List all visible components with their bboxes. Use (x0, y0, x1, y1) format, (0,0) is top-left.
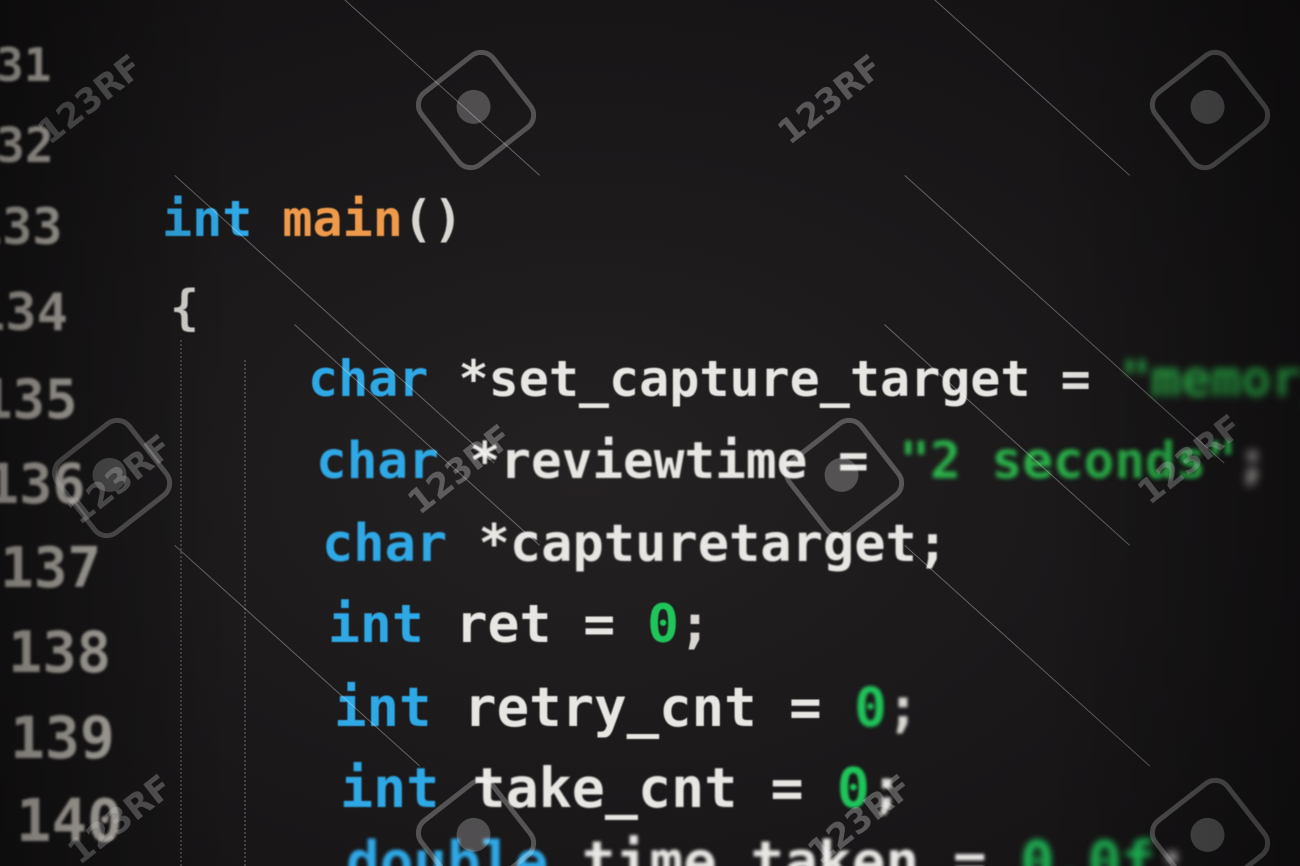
code-token: ; (886, 676, 920, 739)
code-token: ; (679, 594, 711, 655)
indent-guide (244, 360, 246, 866)
watermark-logo-icon (1142, 42, 1278, 178)
watermark-line (904, 175, 1225, 464)
code-token: int (334, 676, 432, 739)
indent-guide (180, 340, 182, 866)
code-token: ; (1237, 432, 1268, 491)
code-token: int (340, 756, 440, 820)
watermark-line (884, 0, 1130, 176)
watermark-text: 123RF (770, 47, 890, 153)
code-token: ret = (423, 594, 648, 655)
line-number: 136 (0, 452, 86, 516)
code-token: "memory (1120, 350, 1300, 408)
code-token: double (346, 830, 549, 866)
code-token: 0 (854, 676, 887, 739)
code-token: "2 seconds" (899, 432, 1238, 491)
code-token: { (170, 280, 199, 336)
line-number: 133 (0, 198, 63, 256)
code-token: 0.0f (1020, 830, 1156, 866)
code-line: double time_taken = 0.0f; (346, 830, 1189, 866)
code-token: *capturetarget; (447, 514, 949, 574)
code-token: 0 (647, 594, 680, 655)
line-number: 134 (0, 283, 68, 343)
line-number: 138 (8, 620, 111, 686)
code-token: int (328, 594, 424, 655)
line-number: 139 (10, 704, 115, 772)
watermark-logo-icon (408, 42, 544, 178)
code-line: int ret = 0; (328, 594, 711, 655)
code-token: time_taken = (548, 830, 1021, 866)
code-token: ; (869, 756, 903, 820)
code-line: int main() (162, 190, 463, 248)
code-line: int retry_cnt = 0; (334, 676, 919, 739)
code-token: char (308, 350, 429, 408)
code-token: *set_capture_target = (428, 350, 1121, 408)
watermark-line (219, 0, 540, 176)
code-token: retry_cnt = (431, 676, 855, 739)
code-line: char *capturetarget; (322, 514, 948, 574)
code-line: { (170, 280, 199, 336)
code-token: char (316, 432, 439, 491)
line-number: 140 (16, 786, 123, 855)
line-number: 135 (0, 368, 78, 431)
code-token: main (282, 190, 403, 248)
watermark-line (904, 545, 1151, 767)
line-number: 31 (0, 38, 52, 92)
code-token: 0 (836, 756, 870, 820)
code-token: take_cnt = (439, 756, 837, 820)
code-token: char (322, 514, 448, 574)
code-line: char *set_capture_target = "memory (308, 350, 1300, 408)
code-token: *reviewtime = (438, 432, 900, 491)
code-token: int (162, 190, 253, 248)
code-token: ; (1155, 830, 1189, 866)
line-number: 137 (0, 536, 102, 601)
code-line: int take_cnt = 0; (340, 756, 903, 820)
code-line: char *reviewtime = "2 seconds"; (316, 432, 1268, 491)
line-number: 32 (0, 118, 54, 174)
code-token: () (402, 190, 464, 248)
code-photo: 31 32 133 134 135 136 137 138 139 140 in… (0, 0, 1300, 866)
